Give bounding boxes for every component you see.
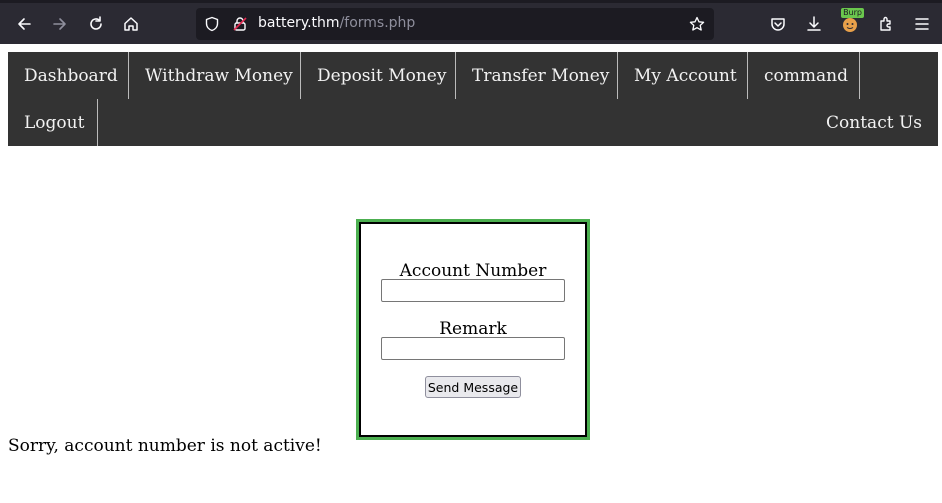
browser-toolbar: battery.thm/forms.php Burp bbox=[0, 0, 942, 44]
download-icon[interactable] bbox=[802, 12, 826, 36]
message-form: Account Number Remark Send Message bbox=[356, 219, 590, 440]
nav-logout[interactable]: Logout bbox=[8, 99, 98, 146]
reload-icon[interactable] bbox=[84, 12, 108, 36]
url-bar[interactable]: battery.thm/forms.php bbox=[196, 8, 714, 40]
url-path: /forms.php bbox=[339, 15, 416, 31]
url-host: battery.thm bbox=[258, 15, 340, 31]
account-number-input[interactable] bbox=[381, 279, 565, 302]
nav-transfer-money[interactable]: Transfer Money bbox=[456, 52, 618, 99]
back-icon[interactable] bbox=[12, 12, 36, 36]
site-navbar: Dashboard Withdraw Money Deposit Money T… bbox=[8, 52, 938, 146]
send-message-button[interactable]: Send Message bbox=[425, 376, 521, 398]
lock-icon[interactable] bbox=[232, 16, 248, 32]
pocket-icon[interactable] bbox=[766, 12, 790, 36]
extensions-icon[interactable] bbox=[874, 12, 898, 36]
home-icon[interactable] bbox=[119, 12, 143, 36]
burp-extension-icon[interactable]: Burp bbox=[838, 8, 864, 36]
status-message: Sorry, account number is not active! bbox=[8, 436, 322, 456]
shield-icon[interactable] bbox=[204, 16, 220, 32]
nav-my-account[interactable]: My Account bbox=[618, 52, 748, 99]
nav-withdraw-money[interactable]: Withdraw Money bbox=[129, 52, 301, 99]
nav-deposit-money[interactable]: Deposit Money bbox=[301, 52, 456, 99]
remark-input[interactable] bbox=[381, 337, 565, 360]
remark-label: Remark bbox=[439, 319, 507, 339]
nav-dashboard[interactable]: Dashboard bbox=[8, 52, 129, 99]
form-inner-border: Account Number Remark Send Message bbox=[359, 222, 587, 437]
nav-command[interactable]: command bbox=[748, 52, 860, 99]
burp-badge: Burp bbox=[841, 8, 864, 18]
forward-icon[interactable] bbox=[48, 12, 72, 36]
account-number-label: Account Number bbox=[399, 261, 547, 281]
menu-icon[interactable] bbox=[910, 12, 934, 36]
star-icon[interactable] bbox=[689, 16, 705, 32]
url-text[interactable]: battery.thm/forms.php bbox=[258, 15, 415, 31]
nav-contact-us[interactable]: Contact Us bbox=[810, 99, 938, 146]
